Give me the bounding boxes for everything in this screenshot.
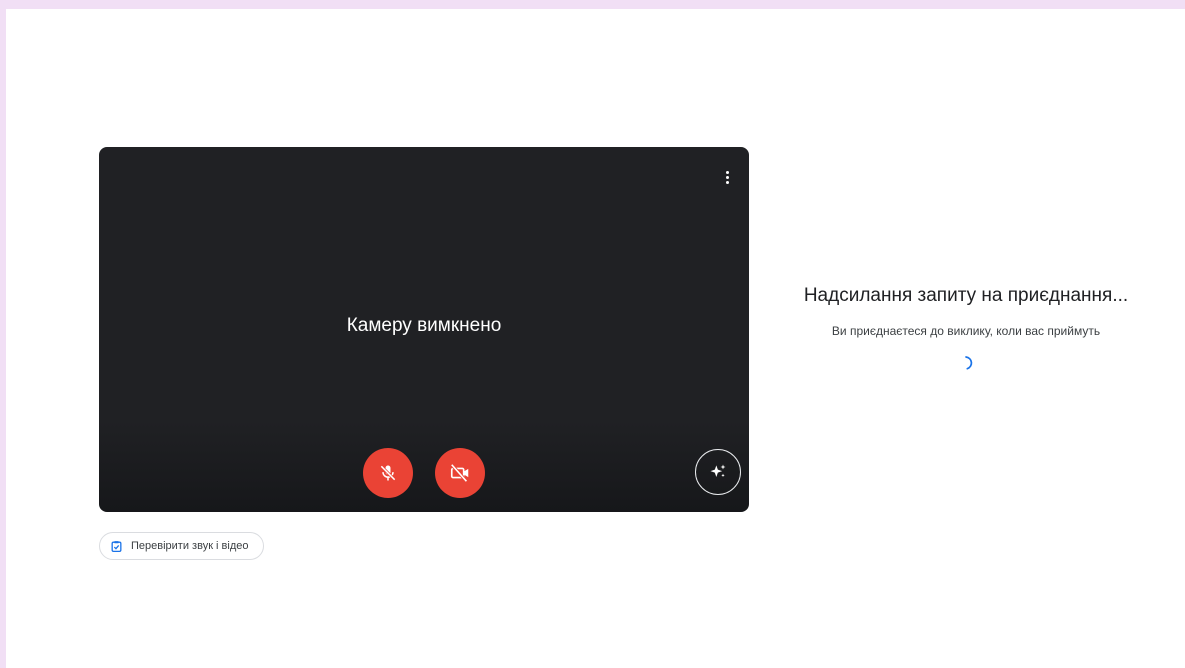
visual-effects-button[interactable]: [695, 449, 741, 495]
camera-toggle-button[interactable]: [435, 448, 485, 498]
media-controls: [99, 448, 749, 498]
page: Камеру вимкнено Перевірити звук і відео …: [6, 9, 1185, 668]
loading-spinner-icon: [965, 356, 973, 370]
more-options-button[interactable]: [719, 165, 735, 189]
mic-off-icon: [380, 465, 396, 481]
sparkle-effects-icon: [710, 464, 726, 477]
more-vert-icon: [725, 170, 729, 174]
camera-off-message: Камеру вимкнено: [346, 315, 502, 336]
check-audio-video-label: Перевірити звук і відео: [131, 540, 249, 552]
join-status-panel: Надсилання запиту на приєднання... Ви пр…: [766, 285, 1166, 376]
join-status-subtitle: Ви приєднаєтеся до виклику, коли вас при…: [831, 324, 1101, 338]
microphone-toggle-button[interactable]: [363, 448, 413, 498]
videocam-off-icon: [450, 463, 469, 483]
check-av-icon: [111, 540, 122, 552]
check-audio-video-button[interactable]: Перевірити звук і відео: [99, 532, 264, 560]
join-status-title: Надсилання запиту на приєднання...: [803, 285, 1129, 306]
video-preview: Камеру вимкнено: [99, 147, 749, 512]
